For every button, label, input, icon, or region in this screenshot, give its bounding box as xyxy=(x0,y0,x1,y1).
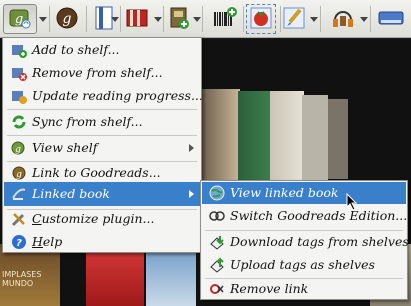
menu-item-update-reading-progress[interactable]: Update reading progress... xyxy=(4,85,203,107)
goodreads-button[interactable]: g xyxy=(53,4,81,34)
chevron-right-icon xyxy=(189,144,194,152)
linked-book-icon xyxy=(11,186,27,202)
book-cover[interactable] xyxy=(302,95,328,185)
update-progress-icon xyxy=(11,88,27,104)
red-book-icon xyxy=(124,6,150,33)
menu-item-remove-from-shelf[interactable]: Remove from shelf... xyxy=(4,62,200,84)
menu-item-label: Remove link xyxy=(230,281,309,296)
book-cover[interactable] xyxy=(86,244,144,306)
menu-item-accelerator: H xyxy=(32,234,43,249)
toolbar-separator xyxy=(243,6,244,32)
chevron-down-icon[interactable] xyxy=(193,17,201,22)
cover-title-text: IMPLASES MUNDO xyxy=(2,270,42,288)
switch-edition-icon xyxy=(209,208,225,224)
polish-button[interactable] xyxy=(281,4,307,34)
menu-item-label: Remove from shelf... xyxy=(32,65,163,80)
menu-item-link-to-goodreads[interactable]: g Link to Goodreads... xyxy=(4,162,200,184)
menu-item-label: Customize plugin... xyxy=(32,211,154,226)
menu-item-label-rest: elp xyxy=(42,234,63,249)
svg-text:g: g xyxy=(16,170,22,180)
menu-item-upload-tags[interactable]: Upload tags as shelves xyxy=(202,254,406,276)
linked-book-submenu: View linked book Switch Goodreads Editio… xyxy=(200,180,409,300)
toolbar-separator xyxy=(49,6,50,32)
menu-item-download-tags[interactable]: Download tags from shelves xyxy=(202,231,409,253)
menu-item-label: Sync from shelf... xyxy=(32,114,143,129)
remove-link-icon xyxy=(209,281,225,297)
goodreads-sync-icon: g xyxy=(8,6,32,33)
menu-item-view-shelf[interactable]: g View shelf xyxy=(4,137,200,159)
menu-item-customize-plugin[interactable]: Customize plugin... xyxy=(4,208,200,230)
add-books-button[interactable] xyxy=(166,4,192,34)
menu-item-label: View linked book xyxy=(230,185,339,200)
view-shelf-icon: g xyxy=(11,140,27,156)
book-cover[interactable] xyxy=(328,99,348,179)
upload-tags-icon xyxy=(209,257,225,273)
add-to-shelf-icon xyxy=(11,42,27,58)
menu-item-label: Upload tags as shelves xyxy=(230,257,375,272)
menu-item-label: Switch Goodreads Edition... xyxy=(230,208,408,223)
book-cover[interactable] xyxy=(270,91,304,187)
remove-from-shelf-icon xyxy=(11,65,27,81)
menu-item-linked-book[interactable]: Linked book xyxy=(4,182,200,206)
paintbrush-edit-icon xyxy=(282,6,306,33)
toolbar-separator xyxy=(120,6,121,32)
menu-item-add-to-shelf[interactable]: Add to shelf... xyxy=(4,39,200,61)
book-cover[interactable] xyxy=(238,91,272,187)
send-to-device-button[interactable] xyxy=(376,4,406,34)
menu-item-label: Linked book xyxy=(32,186,110,201)
link-goodreads-icon: g xyxy=(11,165,27,181)
menu-item-accelerator: C xyxy=(32,211,42,226)
chevron-down-icon[interactable] xyxy=(39,17,47,22)
download-tags-icon xyxy=(209,234,225,250)
svg-text:g: g xyxy=(15,145,21,155)
menu-item-switch-goodreads-edition[interactable]: Switch Goodreads Edition... xyxy=(202,205,408,227)
help-icon: ? xyxy=(11,234,27,250)
svg-text:?: ? xyxy=(16,238,22,249)
menu-item-view-linked-book[interactable]: View linked book xyxy=(202,182,406,204)
goodreads-plugin-menu: Add to shelf... Remove from shelf... Upd… xyxy=(2,37,203,253)
toolbar-separator xyxy=(163,6,164,32)
menu-item-label: Add to shelf... xyxy=(32,42,120,57)
toolbar-separator xyxy=(86,6,87,32)
tools-icon xyxy=(11,211,27,227)
barcode-button[interactable] xyxy=(211,4,239,34)
menu-item-label-rest: ustomize plugin... xyxy=(41,211,155,226)
book-cover[interactable] xyxy=(146,244,196,306)
chevron-down-icon[interactable] xyxy=(154,17,162,22)
globe-view-icon xyxy=(209,185,225,201)
goodreads-sync-button[interactable]: g xyxy=(3,4,37,34)
book-cover[interactable]: IMPLASES MUNDO xyxy=(0,244,60,306)
device-drive-icon xyxy=(377,6,405,33)
menu-item-label: Help xyxy=(32,234,62,249)
book-add-icon xyxy=(168,6,190,33)
toolbar-separator xyxy=(202,6,203,32)
toolbar-separator xyxy=(320,6,321,32)
menu-item-label: Update reading progress... xyxy=(32,88,203,103)
chevron-down-icon[interactable] xyxy=(310,17,318,22)
barcode-add-icon xyxy=(212,6,238,33)
menu-separator xyxy=(7,109,197,110)
menu-item-help[interactable]: ? Help xyxy=(4,231,200,253)
menu-item-remove-link[interactable]: Remove link xyxy=(202,278,406,300)
svg-text:g: g xyxy=(63,11,72,27)
chevron-down-icon[interactable] xyxy=(111,17,119,22)
chevron-down-icon[interactable] xyxy=(360,17,368,22)
menu-item-label: Link to Goodreads... xyxy=(32,165,161,180)
tomato-edit-icon xyxy=(249,6,273,33)
menu-item-label: View shelf xyxy=(32,140,98,155)
audiobook-button[interactable] xyxy=(330,4,356,34)
main-toolbar: g g xyxy=(0,0,411,38)
book-cover[interactable] xyxy=(200,89,240,185)
edit-metadata-button[interactable] xyxy=(246,4,276,34)
toolbar-separator xyxy=(370,6,371,32)
sync-arrow-icon xyxy=(11,114,27,130)
library-button[interactable] xyxy=(123,4,151,34)
menu-item-sync-from-shelf[interactable]: Sync from shelf... xyxy=(4,111,200,133)
chevron-right-icon xyxy=(189,190,194,198)
goodreads-g-icon: g xyxy=(55,6,79,33)
headphones-book-icon xyxy=(331,6,355,33)
menu-item-label: Download tags from shelves xyxy=(230,234,409,249)
mouse-cursor-icon xyxy=(346,192,358,214)
menu-separator xyxy=(7,135,197,136)
